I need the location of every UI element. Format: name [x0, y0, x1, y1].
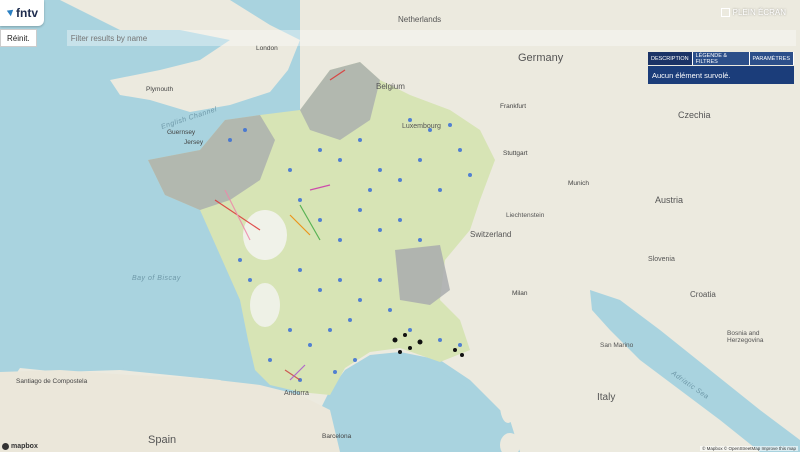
tab-settings[interactable]: PARAMÈTRES — [749, 52, 794, 65]
tab-description[interactable]: DESCRIPTION — [648, 52, 693, 65]
mapbox-logo-icon — [2, 443, 9, 450]
map-attribution[interactable]: © Mapbox © OpenStreetMap Improve this ma… — [700, 446, 798, 451]
fullscreen-label: PLEIN ÉCRAN — [732, 8, 786, 17]
logo-text: fntv — [16, 6, 38, 20]
fullscreen-icon — [720, 8, 730, 17]
island-corsica — [500, 387, 516, 423]
density-white-loire — [243, 210, 287, 260]
fullscreen-button[interactable]: PLEIN ÉCRAN — [720, 8, 786, 17]
panel-description: Aucun élément survolé. — [648, 66, 794, 84]
mapbox-logo-text: mapbox — [11, 443, 38, 450]
mapbox-logo[interactable]: mapbox — [2, 443, 38, 450]
search-input[interactable] — [66, 30, 796, 46]
search-bar: Réinit. — [0, 29, 796, 47]
logo-mark-icon — [6, 9, 14, 17]
panel-tabs: DESCRIPTION LÉGENDE & FILTRES PARAMÈTRES — [648, 52, 794, 65]
density-gray-alps — [395, 245, 450, 305]
info-panel: DESCRIPTION LÉGENDE & FILTRES PARAMÈTRES… — [648, 52, 794, 84]
tab-legend-filters[interactable]: LÉGENDE & FILTRES — [692, 52, 750, 65]
density-white-aquitaine — [250, 283, 280, 327]
reset-button[interactable]: Réinit. — [0, 29, 37, 47]
logo[interactable]: fntv — [0, 0, 44, 26]
